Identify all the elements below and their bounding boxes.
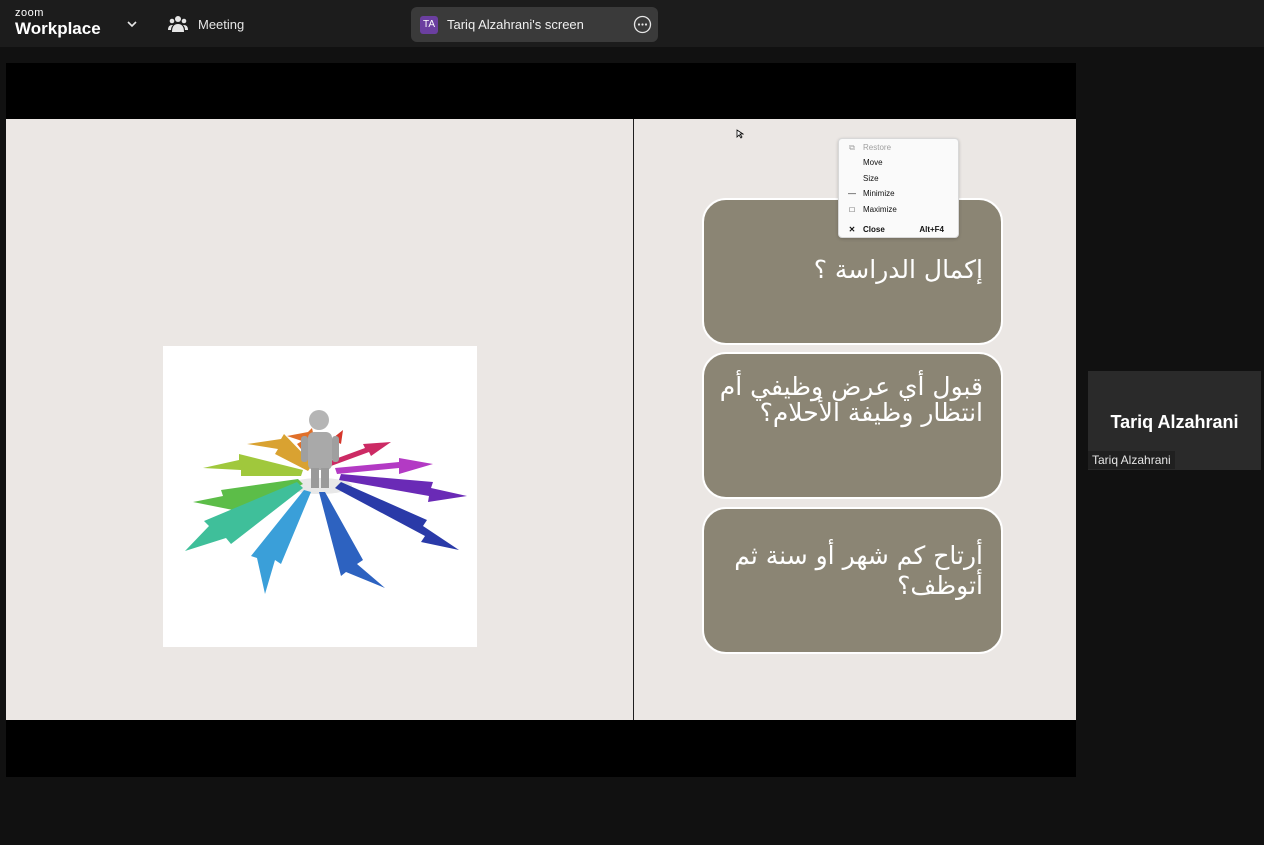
menu-item-maximize-label: Maximize — [863, 205, 897, 214]
participant-video-tile[interactable]: Tariq Alzahrani Tariq Alzahrani — [1088, 371, 1261, 470]
menu-item-restore[interactable]: ⧉ Restore — [839, 141, 958, 155]
restore-icon: ⧉ — [849, 143, 855, 152]
menu-item-close-label: Close — [863, 225, 885, 234]
presentation-slide: إكمال الدراسة ؟ قبول أي عرض وظيفي أم انت… — [6, 119, 1076, 720]
maximize-icon: □ — [849, 205, 855, 214]
menu-item-minimize[interactable]: — Minimize — [839, 187, 958, 201]
menu-item-move-label: Move — [863, 158, 883, 167]
chevron-down-icon[interactable] — [122, 14, 142, 34]
logo-big-text: Workplace — [15, 19, 101, 38]
close-icon: ✕ — [848, 225, 856, 234]
question-card-3: أرتاح كم شهر أو سنة ثم أتوظف؟ — [702, 507, 1003, 654]
menu-item-maximize[interactable]: □ Maximize — [839, 203, 958, 217]
crossroads-arrows-image — [163, 346, 477, 647]
minimize-icon: — — [848, 189, 856, 198]
participants-icon — [168, 16, 188, 32]
participant-name-tag: Tariq Alzahrani — [1088, 451, 1175, 469]
question-card-2-text: قبول أي عرض وظيفي أم انتظار وظيفة الأحلا… — [719, 372, 983, 427]
menu-item-move[interactable]: Move — [839, 156, 958, 170]
logo-small-text: zoom — [15, 7, 44, 19]
shared-screen-view: إكمال الدراسة ؟ قبول أي عرض وظيفي أم انت… — [6, 63, 1076, 777]
meeting-label: Meeting — [198, 16, 245, 32]
mouse-cursor-icon — [736, 129, 744, 139]
menu-item-size-label: Size — [863, 174, 879, 183]
question-card-3-text: أرتاح كم شهر أو سنة ثم أتوظف؟ — [734, 541, 983, 600]
close-shortcut: Alt+F4 — [919, 225, 944, 234]
participant-display-name: Tariq Alzahrani — [1110, 412, 1239, 432]
person-arrows-illustration — [185, 410, 467, 594]
shared-screen-title: Tariq Alzahrani's screen — [447, 17, 584, 32]
menu-item-size[interactable]: Size — [839, 172, 958, 186]
question-card-1-text: إكمال الدراسة ؟ — [813, 255, 983, 284]
top-bar: zoom Workplace Meeting TA Tariq Alzahran… — [0, 0, 1264, 47]
menu-item-close[interactable]: ✕ Close Alt+F4 — [839, 223, 958, 237]
shared-screen-pill[interactable]: TA Tariq Alzahrani's screen — [411, 7, 658, 42]
menu-item-restore-label: Restore — [863, 143, 892, 152]
meeting-button[interactable]: Meeting — [168, 13, 244, 35]
slide-divider — [633, 119, 634, 720]
presenter-avatar: TA — [420, 15, 438, 34]
zoom-workplace-logo: zoom Workplace — [15, 7, 101, 39]
question-card-2: قبول أي عرض وظيفي أم انتظار وظيفة الأحلا… — [702, 352, 1003, 499]
window-context-menu: ⧉ Restore Move Size — Minimize □ Maximiz… — [838, 138, 959, 238]
menu-item-minimize-label: Minimize — [863, 189, 895, 198]
more-options-icon[interactable] — [633, 15, 652, 34]
